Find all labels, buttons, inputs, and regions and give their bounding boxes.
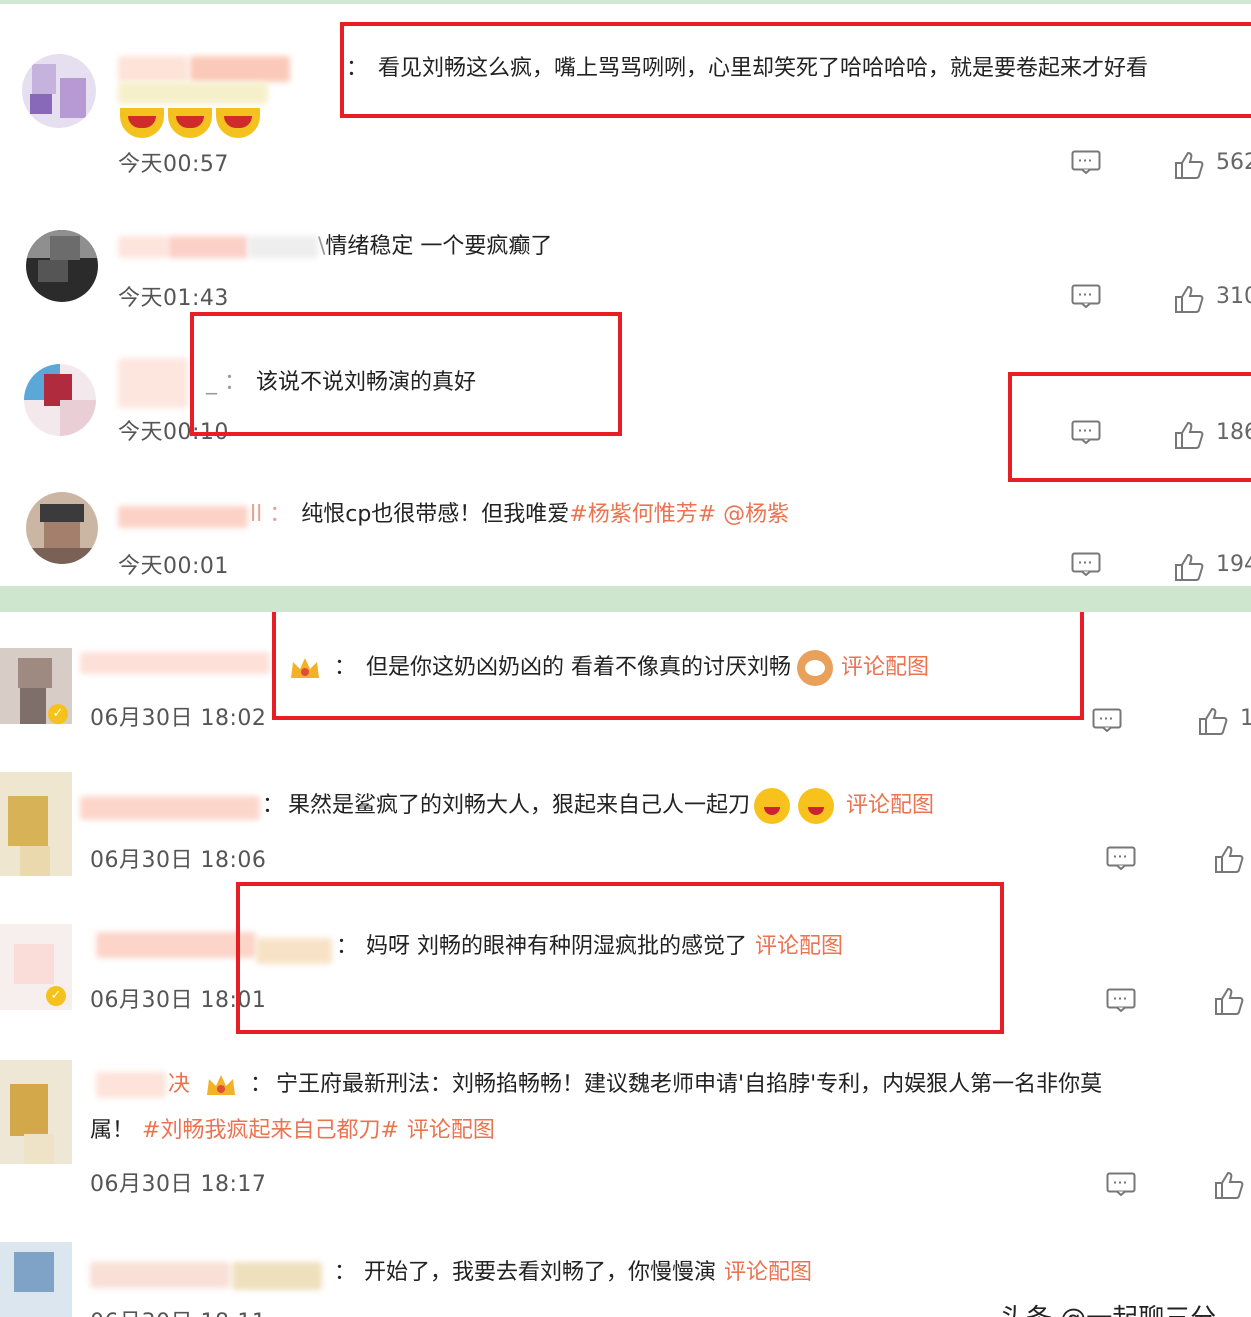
avatar[interactable] [0, 1060, 72, 1164]
comment-body: 纯恨cp也很带感！但我唯爱 [301, 502, 570, 527]
thumb-up-icon [1215, 845, 1244, 873]
comment-image-link[interactable]: 评论配图 [724, 1260, 812, 1285]
comment-item: ll ： 纯恨cp也很带感！但我唯爱#杨紫何惟芳# @杨紫 今天00:01 194 [0, 466, 1251, 586]
mention-link[interactable]: @杨紫 [723, 502, 789, 527]
comment-text: ： 开始了，我要去看刘畅了，你慢慢演 评论配图 [334, 1258, 812, 1288]
like-count: 562 [1216, 150, 1251, 175]
comment-icon[interactable] [1106, 988, 1136, 1012]
comment-time: 06月30日 18:06 [90, 848, 267, 873]
crown-emoji [204, 1071, 238, 1099]
comment-time: 今天00:57 [118, 152, 229, 177]
like-count: 194 [1216, 552, 1251, 577]
thumb-up-icon [1215, 1171, 1244, 1199]
username-blurred[interactable] [80, 652, 270, 674]
screenshot-divider [0, 586, 1251, 612]
username-blurred [168, 236, 248, 258]
comment-panel-top: ：看见刘畅这么疯，嘴上骂骂咧咧，心里却笑死了哈哈哈哈，就是要卷起来才好看 今天0… [0, 4, 1251, 586]
comment-time: 今天00:01 [118, 554, 229, 579]
laughing-emoji [168, 108, 212, 138]
highlight-box [272, 612, 1084, 720]
verified-badge-icon: ✓ [46, 986, 66, 1006]
hashtag-link[interactable]: #刘畅我疯起来自己都刀# [142, 1118, 399, 1143]
comment-item: ：果然是鲨疯了的刘畅大人，狠起来自己人一起刀 评论配图 06月30日 18:06 [0, 762, 1251, 902]
comment-time: 06月30日 18:11 [90, 1304, 266, 1317]
hashtag-link[interactable]: #杨紫何惟芳# [569, 502, 716, 527]
username-blurred[interactable] [90, 1262, 230, 1288]
username-blurred[interactable] [190, 56, 290, 82]
thumb-up-icon [1199, 707, 1228, 735]
username-blurred[interactable] [96, 932, 256, 958]
user-separator: ll ： [250, 502, 292, 527]
comment-body: 开始了，我要去看刘畅了，你慢慢演 [364, 1260, 717, 1285]
thumb-up-icon [1215, 987, 1244, 1015]
comment-time: 今天01:43 [118, 286, 229, 311]
verified-badge-icon: ✓ [48, 704, 68, 724]
username-blurred [118, 82, 268, 104]
comment-item: \情绪稳定 一个要疯癫了 今天01:43 310 [0, 194, 1251, 330]
thumb-up-icon [1175, 151, 1204, 179]
comment-icon[interactable] [1071, 284, 1101, 308]
username-blurred[interactable] [118, 506, 248, 528]
highlight-box [1008, 372, 1251, 482]
comment-image-link[interactable]: 评论配图 [407, 1118, 495, 1143]
user-separator: ： [262, 793, 285, 818]
avatar[interactable] [0, 772, 72, 876]
thumb-up-icon [1175, 285, 1204, 313]
user-separator: ： [250, 1072, 273, 1097]
username-blurred[interactable] [118, 236, 168, 258]
comment-time: 06月30日 18:17 [90, 1172, 267, 1197]
comment-image-link[interactable]: 评论配图 [846, 793, 934, 818]
like-count: 1 [1240, 706, 1251, 731]
comment-time: 06月30日 18:02 [90, 706, 267, 731]
laughing-emoji [120, 108, 164, 138]
avatar[interactable] [0, 1242, 72, 1317]
laughing-emoji [798, 788, 835, 824]
highlight-box [340, 22, 1251, 118]
username-blurred[interactable] [118, 56, 188, 82]
avatar[interactable] [26, 230, 98, 302]
comment-icon[interactable] [1106, 846, 1136, 870]
user-separator: ： [334, 1260, 357, 1285]
comment-item: 决 ：宁王府最新刑法：刘畅掐畅畅！建议魏老师申请'自掐脖'专利，内娱狠人第一名非… [0, 1042, 1251, 1232]
comment-body: 宁王府最新刑法：刘畅掐畅畅！建议魏老师申请'自掐脖'专利，内娱狠人第一名非你莫 [276, 1072, 1103, 1097]
comment-icon[interactable] [1106, 1172, 1136, 1196]
watermark: 头条 @一起聊三分 [1000, 1298, 1216, 1317]
comment-text: ll ： 纯恨cp也很带感！但我唯爱#杨紫何惟芳# @杨紫 [250, 500, 789, 530]
username-blurred[interactable] [96, 1072, 166, 1098]
comment-body: 情绪稳定 一个要疯癫了 [325, 234, 553, 259]
username-suffix[interactable]: 决 [168, 1072, 190, 1097]
username-blurred[interactable] [80, 796, 260, 820]
username-blurred [232, 1262, 322, 1290]
highlight-box [190, 312, 622, 436]
comment-icon[interactable] [1092, 708, 1122, 732]
highlight-box [236, 882, 1004, 1034]
avatar[interactable] [24, 364, 96, 436]
comment-text-line2: 属！ #刘畅我疯起来自己都刀# 评论配图 [90, 1116, 495, 1146]
comment-item: ： 开始了，我要去看刘畅了，你慢慢演评论配图 06月30日 18:11 头条 @一… [0, 1232, 1251, 1317]
comment-body: 果然是鲨疯了的刘畅大人，狠起来自己人一起刀 [288, 793, 751, 818]
comment-text: ：果然是鲨疯了的刘畅大人，狠起来自己人一起刀 评论配图 [262, 788, 934, 824]
emoji-row [120, 108, 264, 138]
comment-body: 属！ [90, 1118, 135, 1143]
comment-panel-bottom: ✓ ：但是你这奶凶奶凶的 看着不像真的讨厌刘畅 评论配图 06月30日 18:02… [0, 612, 1251, 1317]
comment-icon[interactable] [1071, 150, 1101, 174]
laughing-emoji [754, 788, 791, 824]
username-blurred[interactable] [118, 358, 188, 408]
thumb-up-icon [1175, 553, 1204, 581]
username-blurred [248, 236, 318, 258]
avatar[interactable] [22, 54, 96, 128]
like-count: 310 [1216, 284, 1251, 309]
comment-text: \情绪稳定 一个要疯癫了 [318, 232, 552, 262]
avatar[interactable] [26, 492, 98, 564]
comment-icon[interactable] [1071, 552, 1101, 576]
laughing-emoji [216, 108, 260, 138]
comment-text: 决 ：宁王府最新刑法：刘畅掐畅畅！建议魏老师申请'自掐脖'专利，内娱狠人第一名非… [168, 1070, 1102, 1100]
